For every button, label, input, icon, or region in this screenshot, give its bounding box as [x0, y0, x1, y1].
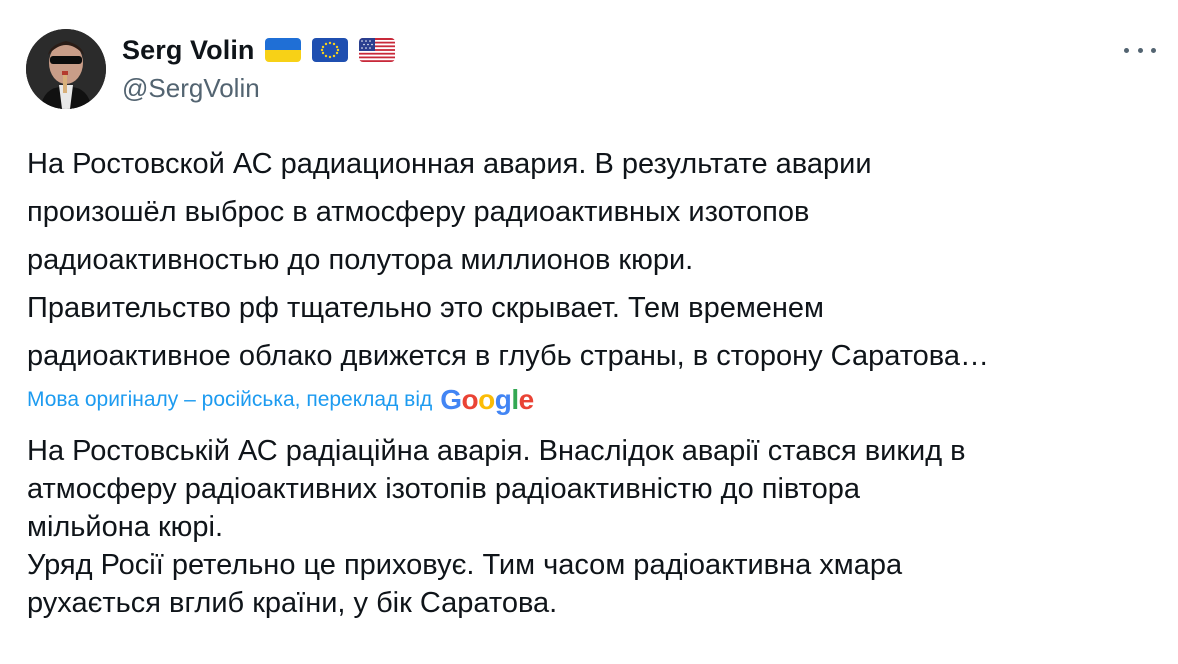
more-dot	[1151, 47, 1156, 53]
tweet-card: Serg Volin @SergVolin На Ростовской АС р…	[0, 0, 1178, 664]
avatar[interactable]	[26, 29, 106, 109]
google-logo-letter: g	[494, 384, 512, 415]
ukraine-flag-icon	[264, 38, 301, 62]
google-logo-letter: e	[518, 384, 535, 415]
author-name-row: Serg Volin	[122, 33, 395, 67]
text-line: рухається вглиб країни, у бік Саратова.	[27, 587, 558, 619]
more-horizontal-icon[interactable]	[1124, 38, 1156, 62]
text-line: Правительство рф тщательно это скрывает.…	[27, 292, 824, 324]
text-line: На Ростовской АС радиационная авария. В …	[27, 148, 872, 180]
text-line: Уряд Росії ретельно це приховує. Тим час…	[27, 549, 903, 581]
flag-list	[264, 38, 395, 62]
google-logo-letter: o	[461, 384, 479, 415]
google-logo: Google	[440, 384, 535, 415]
tweet-original-text: На Ростовской АС радиационная авария. В …	[27, 140, 1157, 380]
text-line: мільйона кюрі.	[27, 511, 224, 543]
text-line: На Ростовській АС радіаційна аварія. Вна…	[27, 435, 966, 467]
text-line: радиоактивностью до полутора миллионов к…	[27, 244, 694, 276]
more-dot	[1124, 47, 1129, 53]
translation-attribution[interactable]: Мова оригіналу – російська, переклад від…	[27, 386, 534, 414]
more-dot	[1137, 47, 1143, 53]
tweet-translated-text: На Ростовській АС радіаційна аварія. Вна…	[27, 432, 1157, 622]
display-name[interactable]: Serg Volin	[122, 35, 255, 66]
google-logo-letter: G	[440, 384, 462, 415]
usa-flag-icon	[358, 38, 395, 62]
text-line: произошёл выброс в атмосферу радиоактивн…	[27, 196, 810, 228]
eu-flag-icon	[311, 38, 348, 62]
google-logo-letter: o	[478, 384, 495, 415]
author-handle[interactable]: @SergVolin	[122, 73, 260, 104]
text-line: атмосферу радіоактивних ізотопів радіоак…	[27, 473, 861, 505]
translation-note-label: Мова оригіналу – російська, переклад від	[27, 388, 433, 411]
text-line: радиоактивное облако движется в глубь ст…	[27, 340, 989, 372]
google-logo-letter: l	[511, 384, 519, 415]
